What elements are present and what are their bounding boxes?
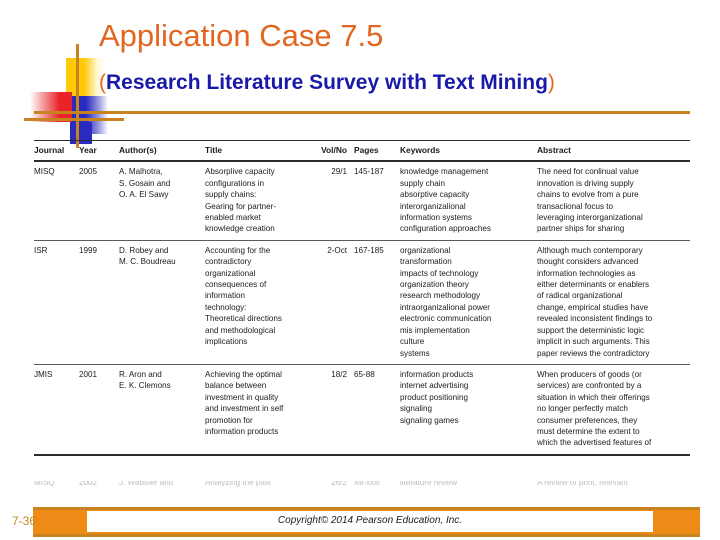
cell-year: 1999 bbox=[79, 245, 98, 255]
cell-author: A. Malhotra, S. Gosain and O. A. El Sawy bbox=[119, 167, 171, 200]
vertical-accent-line bbox=[76, 44, 79, 148]
table-row: JMIS 2001 R. Aron and E. K. Clemons Achie… bbox=[34, 365, 690, 454]
subtitle-close-paren: ) bbox=[547, 71, 555, 94]
copyright-text: Copyright© 2014 Pearson Education, Inc. bbox=[277, 515, 463, 526]
cell-pages: 145-187 bbox=[354, 167, 384, 177]
cell-journal: JMIS bbox=[34, 369, 53, 379]
cell-year: 2005 bbox=[79, 167, 98, 177]
table-row: ISR 1999 D. Robey and M. C. Boudreau Acco… bbox=[34, 241, 690, 364]
column-header-title: Title bbox=[205, 145, 223, 155]
cell-title: Achieving the optimal balance between inve… bbox=[205, 369, 284, 436]
table-clipped-row: MISQ 2002 J. Webster and Analyzing the p… bbox=[34, 481, 690, 488]
slide-subtitle: (Research Literature Survey with Text Mi… bbox=[99, 71, 555, 95]
cell-title: Absorplive capacity configurations in supp… bbox=[205, 167, 277, 234]
table-row: MISQ 2005 A. Malhotra, S. Gosain and O. A.… bbox=[34, 162, 690, 239]
cell-keywords: information products internet advertising… bbox=[400, 369, 474, 425]
cell-keywords: knowledge management supply chain absorpti… bbox=[400, 167, 491, 234]
cell-author: J. Webster and bbox=[119, 481, 174, 487]
slide-footer: 7-36 Copyright© 2014 Pearson Education, … bbox=[0, 505, 720, 540]
column-header-volno: Vol/No bbox=[321, 145, 347, 155]
table-row-clipped: MISQ 2002 J. Webster and Analyzing the p… bbox=[34, 481, 690, 488]
cell-author: D. Robey and M. C. Boudreau bbox=[119, 245, 176, 267]
slide-title: Application Case 7.5 bbox=[99, 18, 384, 53]
subtitle-open-paren: ( bbox=[99, 71, 106, 94]
cell-year: 2002 bbox=[79, 481, 98, 487]
cell-abstract: Although much contemporary thought consid… bbox=[537, 245, 653, 358]
slide: Application Case 7.5 (Research Literatur… bbox=[0, 0, 720, 540]
column-header-pages: Pages bbox=[354, 145, 379, 155]
cell-year: 2001 bbox=[79, 369, 98, 379]
horizontal-accent-line bbox=[24, 118, 124, 121]
cell-title: Accounting for the contradictory organizat… bbox=[205, 245, 282, 347]
column-header-author: Author(s) bbox=[119, 145, 157, 155]
cell-title: Analyzing the past bbox=[205, 481, 272, 487]
table-header-row: Journal Year Author(s) Title Vol/No Page… bbox=[34, 141, 690, 160]
cell-pages: xiii-xxiii bbox=[354, 481, 380, 487]
cell-volno: 2-Oct bbox=[327, 245, 347, 255]
table-body: MISQ 2005 A. Malhotra, S. Gosain and O. A.… bbox=[34, 162, 690, 453]
cell-keywords: literature review bbox=[400, 481, 458, 487]
column-header-abstract: Abstract bbox=[537, 145, 571, 155]
table-bottom-border bbox=[34, 453, 690, 456]
column-header-year: Year bbox=[79, 145, 97, 155]
column-header-journal: Journal bbox=[34, 145, 65, 155]
cell-volno: 29/1 bbox=[331, 167, 347, 177]
table-header: Journal Year Author(s) Title Vol/No Page… bbox=[34, 141, 690, 160]
cell-author: R. Aron and E. K. Clemons bbox=[119, 369, 171, 391]
cell-volno: 26/2 bbox=[331, 481, 347, 487]
cell-volno: 18/2 bbox=[331, 369, 347, 379]
subtitle-text: Research Literature Survey with Text Min… bbox=[106, 71, 548, 94]
header-divider bbox=[34, 111, 690, 114]
cell-abstract: A review of prior, relevant bbox=[537, 481, 628, 487]
cell-abstract: The need for conlinual value innovation i… bbox=[537, 167, 643, 234]
cell-journal: ISR bbox=[34, 245, 48, 255]
cell-pages: 65-88 bbox=[354, 369, 375, 379]
cell-abstract: When producers of goods (or services) are… bbox=[537, 369, 652, 448]
footer-bottom-rule bbox=[33, 534, 700, 537]
cell-keywords: organizational transformation impacts of t… bbox=[400, 245, 492, 358]
page-number: 7-36 bbox=[12, 514, 37, 528]
literature-survey-table: Journal Year Author(s) Title Vol/No Page… bbox=[34, 140, 690, 456]
cell-journal: MISQ bbox=[34, 481, 55, 487]
cell-pages: 167-185 bbox=[354, 245, 384, 255]
column-header-keywords: Keywords bbox=[400, 145, 441, 155]
decorative-logo-motif bbox=[14, 44, 124, 148]
cell-journal: MISQ bbox=[34, 167, 55, 177]
